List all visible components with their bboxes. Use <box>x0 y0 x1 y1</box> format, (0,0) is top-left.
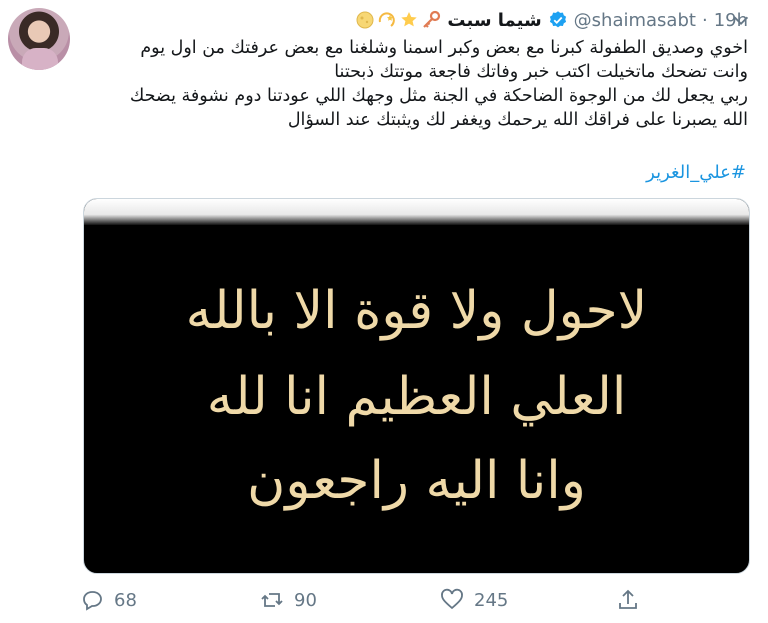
like-button[interactable]: 245 <box>440 584 508 616</box>
tweet-text-line: وانت تضحك ماتخيلت اكتب خبر وفاتك فاجعة م… <box>334 62 748 82</box>
user-handle[interactable]: @shaimasabt <box>574 10 696 31</box>
heart-icon <box>441 588 463 610</box>
tweet-text: اخوي وصديق الطفولة كبرنا مع بعض وكبر اسم… <box>68 36 748 132</box>
share-icon <box>619 589 637 609</box>
full-moon-icon <box>356 11 374 29</box>
display-name[interactable]: شيما سبت <box>447 10 541 31</box>
media-top-fade <box>84 199 749 225</box>
like-count: 245 <box>474 589 509 611</box>
tweet-text-line: اخوي وصديق الطفولة كبرنا مع بعض وكبر اسم… <box>140 38 748 58</box>
avatar[interactable] <box>8 8 70 70</box>
more-options-button[interactable] <box>730 10 754 34</box>
reply-count: 68 <box>114 589 137 611</box>
share-button[interactable] <box>616 584 640 616</box>
chevron-down-icon <box>733 16 749 26</box>
media-text-line-3: وانا اليه راجعون <box>247 451 586 511</box>
retweet-count: 90 <box>294 589 317 611</box>
media-text-line-1: لاحول ولا قوة الا بالله <box>185 281 648 341</box>
retweet-button[interactable]: 90 <box>260 584 317 616</box>
tweet-text-line: ربي يجعل لك من الوجوة الضاحكة في الجنة م… <box>129 86 748 106</box>
tweet-actions: 68 90 245 <box>80 584 650 616</box>
verified-icon <box>549 11 566 28</box>
reply-button[interactable]: 68 <box>80 584 137 616</box>
reply-icon <box>83 591 102 611</box>
emoji-group <box>355 10 441 30</box>
key-icon <box>423 10 441 28</box>
tweet-text-line: الله يصبرنا على فراقك الله يرحمك ويغفر ل… <box>287 110 748 130</box>
media-text-line-2: العلي العظيم انا لله <box>206 367 627 427</box>
dizzy-icon <box>379 12 396 27</box>
star-icon <box>401 12 418 27</box>
hashtag-link[interactable]: #علي_الغرير <box>646 162 746 183</box>
retweet-icon <box>261 593 283 607</box>
tweet-header: شيما سبت @shaimasabt · 19h <box>80 8 748 32</box>
tweet-media[interactable]: لاحول ولا قوة الا بالله العلي العظيم انا… <box>83 198 750 574</box>
separator-dot: · <box>701 9 708 31</box>
